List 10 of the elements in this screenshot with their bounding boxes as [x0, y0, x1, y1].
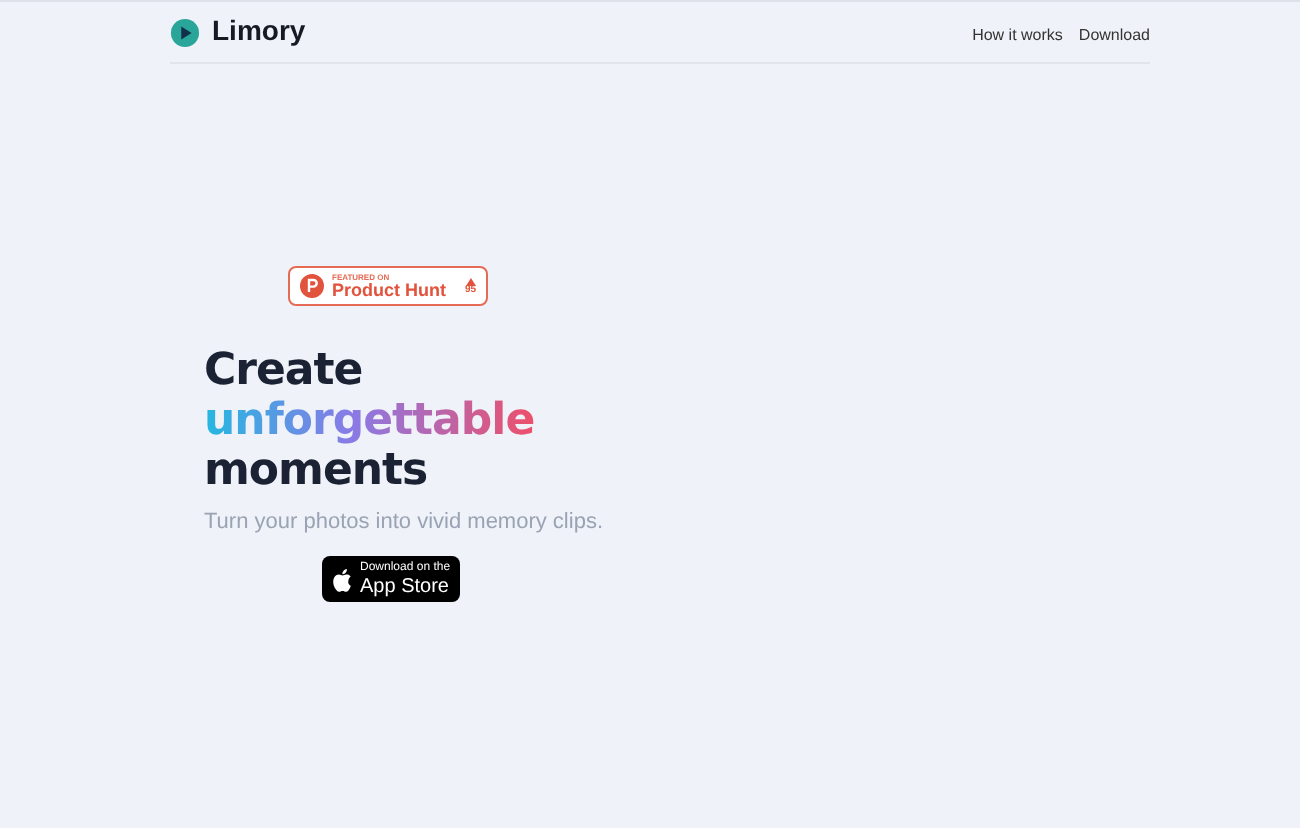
heading-line: moments — [204, 446, 428, 496]
brand-name: Limory — [212, 13, 306, 45]
heading-line: Create — [204, 346, 363, 396]
hero-subtitle: Turn your photos into vivid memory clips. — [204, 508, 603, 536]
nav-link[interactable]: Download — [1078, 25, 1150, 43]
upvote-icon — [465, 277, 476, 285]
play-logo-icon — [170, 17, 200, 47]
nav-link[interactable]: How it works — [972, 25, 1063, 43]
apple-icon — [332, 567, 352, 591]
p-logo-icon — [300, 274, 324, 298]
